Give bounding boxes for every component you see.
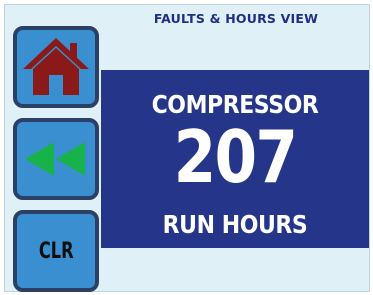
clear-button-label: CLR [38,238,74,264]
run-hours-value: 207 [173,115,298,199]
hmi-screen: FAULTS & HOURS VIEW CLR COMPRESSOR 207 R… [4,4,370,292]
home-button[interactable] [13,26,99,108]
rewind-icon [25,142,85,176]
page-title: FAULTS & HOURS VIEW [153,11,319,26]
home-icon [23,38,89,95]
run-hours-label: RUN HOURS [162,210,308,239]
run-hours-panel: COMPRESSOR 207 RUN HOURS [101,70,369,248]
clear-button[interactable]: CLR [13,210,99,292]
back-button[interactable] [13,118,99,200]
